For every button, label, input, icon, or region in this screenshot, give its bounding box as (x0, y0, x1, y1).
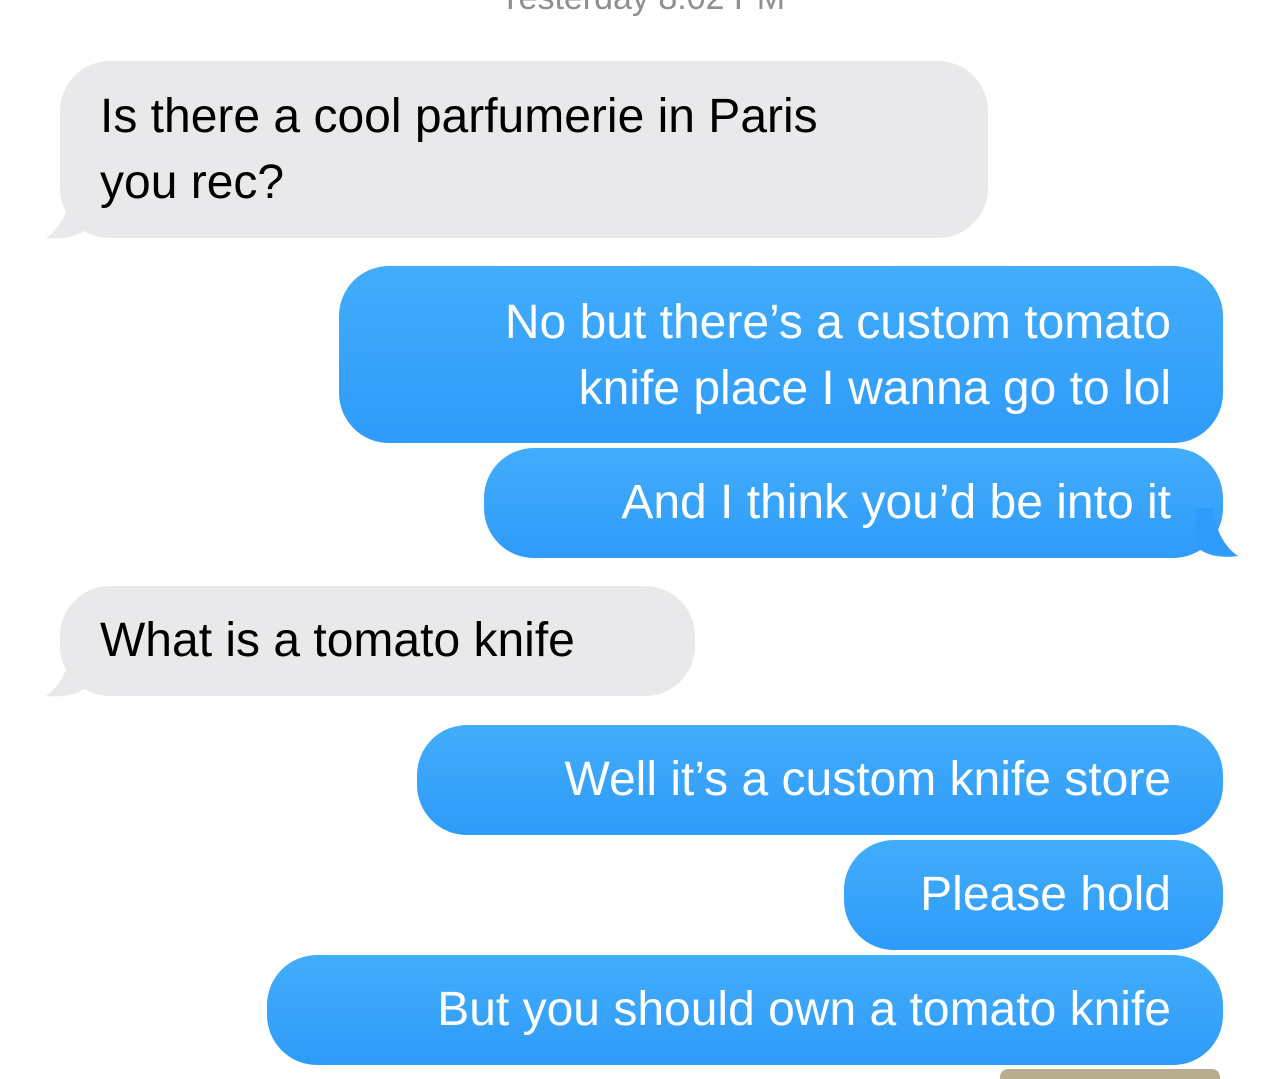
bubble-tail-incoming (46, 190, 88, 239)
bubble-tail-outgoing (1196, 508, 1238, 557)
message-bubble-incoming[interactable]: Is there a cool parfumerie in Paris you … (60, 61, 988, 238)
message-text-line: knife place I wanna go to lol (578, 362, 1171, 415)
message-bubble-outgoing[interactable]: Well it’s a custom knife store (417, 725, 1223, 835)
message-text-line: No but there’s a custom tomato (504, 296, 1171, 349)
bubble-tail-incoming (46, 648, 88, 697)
message-bubble-outgoing[interactable]: Please hold (844, 840, 1223, 950)
message-bubble-outgoing[interactable]: No but there’s a custom tomato knife pla… (339, 266, 1223, 443)
message-text-line: What is a tomato knife (100, 614, 575, 667)
message-bubble-outgoing[interactable]: But you should own a tomato knife (267, 955, 1223, 1065)
message-bubble-outgoing[interactable]: And I think you’d be into it (484, 448, 1223, 558)
message-text-line: Please hold (920, 868, 1171, 921)
message-text-line: And I think you’d be into it (621, 476, 1171, 529)
message-text-line: But you should own a tomato knife (437, 983, 1171, 1036)
image-attachment-preview[interactable] (1000, 1069, 1220, 1079)
message-text-line: Well it’s a custom knife store (564, 753, 1171, 806)
message-timestamp: Yesterday 8:02 PM (0, 0, 1284, 18)
message-text-line: Is there a cool parfumerie in Paris (100, 90, 818, 143)
message-bubble-incoming[interactable]: What is a tomato knife (60, 586, 695, 696)
message-text-line: you rec? (100, 156, 285, 209)
